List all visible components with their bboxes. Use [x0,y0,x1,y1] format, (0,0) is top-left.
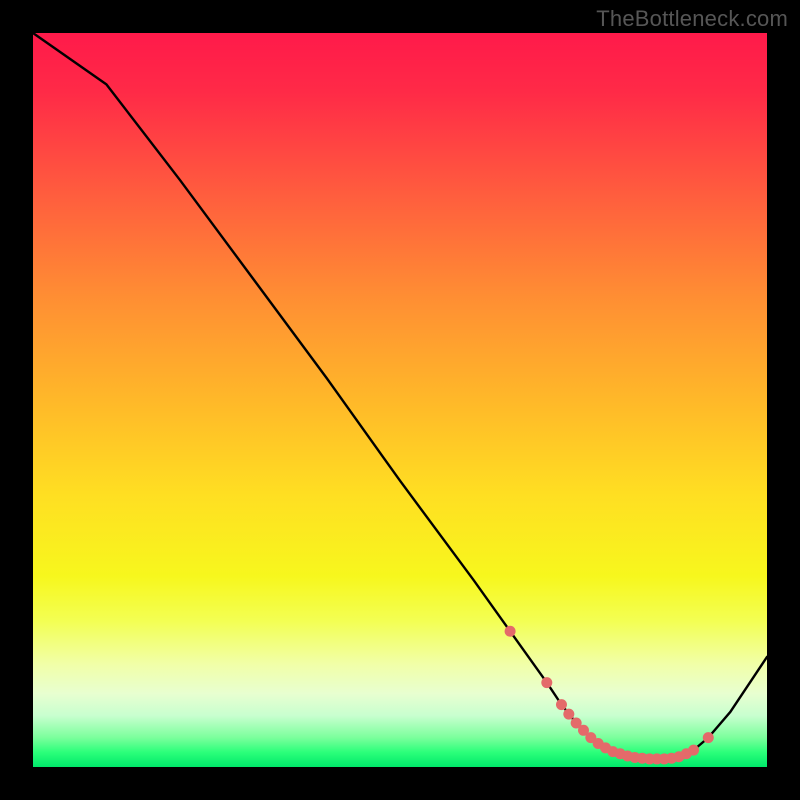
marker-dot [688,745,699,756]
marker-dot [556,699,567,710]
marker-dot [563,709,574,720]
chart-frame: TheBottleneck.com [0,0,800,800]
chart-svg [33,33,767,767]
marker-dot [541,677,552,688]
plot-area [33,33,767,767]
marker-group [505,626,714,765]
marker-dot [505,626,516,637]
curve-line [33,33,767,759]
marker-dot [703,732,714,743]
watermark-text: TheBottleneck.com [596,6,788,32]
